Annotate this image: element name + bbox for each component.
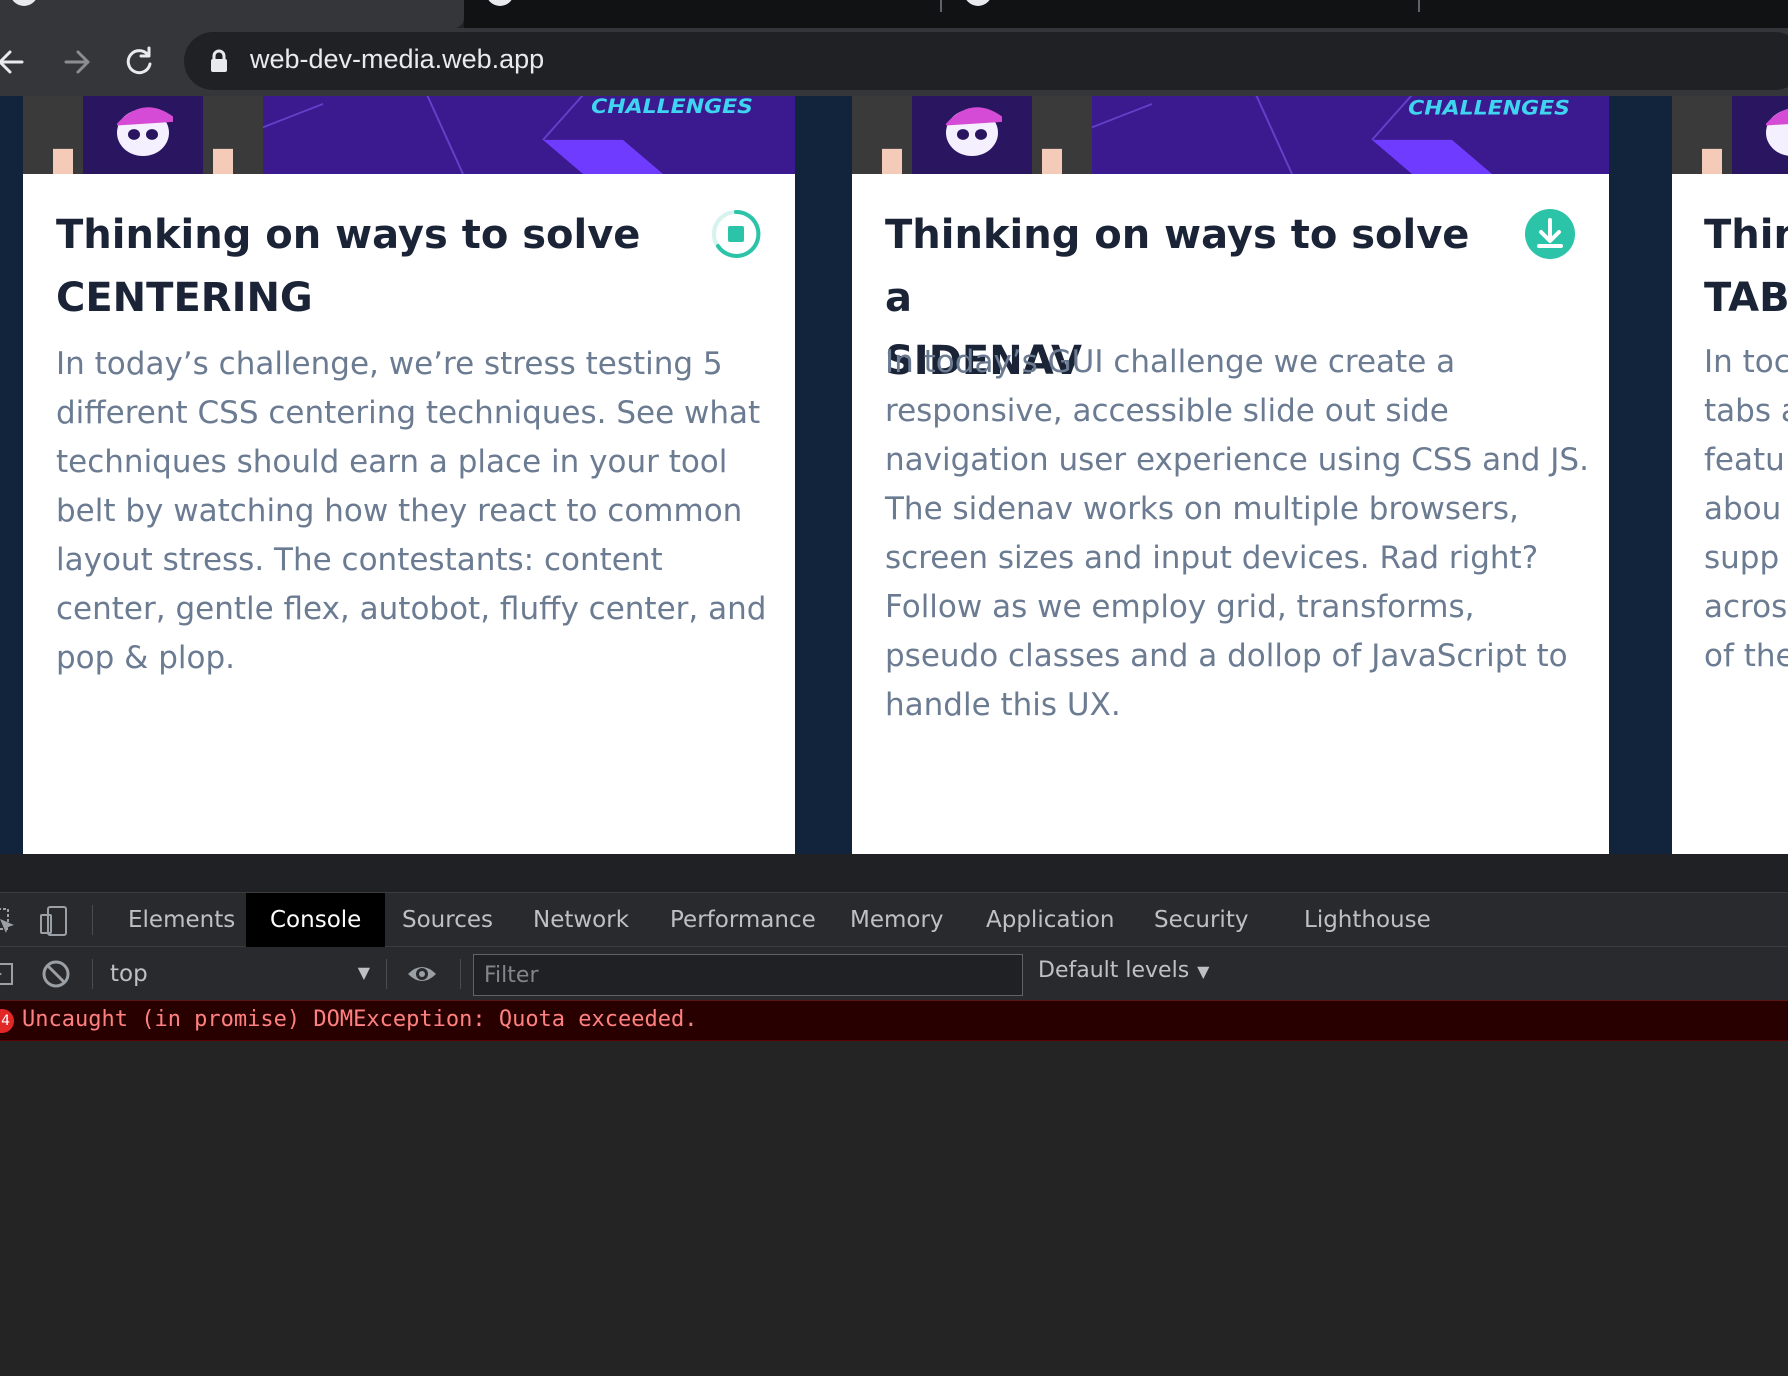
video-card-centering[interactable]: CHALLENGES Thinking on ways to solve CEN… — [23, 96, 795, 854]
inspect-element-button[interactable] — [0, 905, 18, 937]
arrow-right-icon — [64, 50, 90, 74]
card-description: In today’s challenge, we’re stress testi… — [56, 346, 767, 676]
browser-toolbar: web-dev-media.web.app — [0, 28, 1788, 96]
context-selector[interactable]: top ▼ — [110, 957, 380, 993]
tab-lighthouse[interactable]: Lighthouse — [1280, 893, 1455, 947]
dropdown-arrow-icon: ▼ — [1197, 962, 1210, 981]
show-sidebar-button[interactable] — [0, 958, 18, 990]
card-thumbnail — [1672, 96, 1788, 174]
card-title-line: Thinking on ways to solve a — [885, 212, 1470, 321]
error-count-badge: 4 — [0, 1009, 14, 1033]
clear-console-button[interactable] — [40, 958, 72, 990]
forward-button[interactable] — [56, 42, 96, 82]
stop-download-button[interactable] — [710, 208, 762, 260]
device-toolbar-button[interactable] — [38, 905, 70, 937]
tab-favicon-icon — [964, 0, 992, 6]
tab-performance[interactable]: Performance — [646, 893, 840, 947]
card-description-line: featu — [1704, 442, 1785, 478]
eye-icon — [408, 967, 436, 981]
download-button[interactable] — [1524, 208, 1576, 260]
card-description-line: supp — [1704, 540, 1780, 576]
reload-button[interactable] — [119, 42, 159, 82]
log-levels-label: Default levels — [1038, 958, 1190, 983]
tab-sources[interactable]: Sources — [378, 893, 517, 947]
card-thumbnail: CHALLENGES — [23, 96, 795, 174]
tab-separator — [1418, 0, 1420, 12]
context-label: top — [110, 961, 148, 987]
card-title[interactable]: Thin TAB — [1704, 204, 1788, 330]
stop-download-icon — [712, 209, 761, 258]
dropdown-arrow-icon: ▼ — [357, 963, 370, 982]
toolbar-divider — [92, 905, 93, 935]
devtools-panel: Elements Console Sources Network Perform… — [0, 892, 1788, 1376]
card-description: In toc tabs a featu abou supp acros of t… — [1704, 338, 1788, 681]
clear-console-icon — [42, 960, 70, 988]
tab-favicon-icon — [486, 0, 514, 6]
screen: { "browser": { "url": "web-dev-media.web… — [0, 0, 1788, 1376]
card-title-line: Thin — [1704, 212, 1788, 258]
sidebar-toggle-icon — [0, 963, 13, 985]
page-viewport: CHALLENGES Thinking on ways to solve CEN… — [0, 96, 1788, 854]
lock-icon — [211, 49, 227, 72]
card-body: Thinking on ways to solve CENTERING In t… — [23, 174, 795, 854]
card-description: In today’s GUI challenge we create a res… — [885, 344, 1589, 723]
arrow-left-icon — [0, 50, 24, 74]
live-expression-button[interactable] — [406, 958, 438, 990]
card-title-line: TAB — [1704, 275, 1788, 321]
browser-tab-active[interactable] — [0, 0, 464, 28]
browser-tab-strip — [0, 0, 1788, 28]
reload-icon — [126, 46, 152, 75]
browser-tab-inactive-area[interactable] — [464, 0, 1788, 28]
card-description-line: of the — [1704, 638, 1788, 674]
address-bar[interactable]: web-dev-media.web.app — [184, 32, 1788, 90]
back-button[interactable] — [0, 42, 32, 82]
tab-network[interactable]: Network — [509, 893, 653, 947]
card-description-line: abou — [1704, 491, 1782, 527]
tab-security[interactable]: Security — [1130, 893, 1272, 947]
download-icon — [1525, 209, 1575, 259]
card-body: Thin TAB In toc tabs a featu abou supp a… — [1672, 174, 1788, 854]
tab-elements[interactable]: Elements — [104, 893, 259, 947]
video-card-sidenav[interactable]: CHALLENGES Thinking on ways to solve a S… — [852, 96, 1609, 854]
svg-text:CHALLENGES: CHALLENGES — [1408, 97, 1570, 120]
tab-favicon-icon — [10, 0, 38, 6]
card-description-line: tabs a — [1704, 393, 1788, 429]
toolbar-divider — [460, 959, 461, 989]
card-thumbnail: CHALLENGES — [852, 96, 1609, 174]
toolbar-divider — [92, 959, 93, 989]
tab-console[interactable]: Console — [246, 893, 386, 947]
card-title-line: Thinking on ways to solve — [56, 212, 641, 258]
card-description-line: acros — [1704, 589, 1788, 625]
card-title-line: CENTERING — [56, 275, 313, 321]
card-description-line: In toc — [1704, 344, 1788, 380]
log-levels-dropdown[interactable]: Default levels ▼ — [1038, 958, 1209, 983]
devtools-tab-bar: Elements Console Sources Network Perform… — [0, 893, 1788, 947]
video-card-tabs[interactable]: Thin TAB In toc tabs a featu abou supp a… — [1672, 96, 1788, 854]
tab-separator — [940, 0, 942, 12]
console-toolbar: top ▼ Default levels ▼ — [0, 947, 1788, 1001]
error-text[interactable]: Uncaught (in promise) DOMException: Quot… — [22, 1007, 698, 1032]
inspect-icon — [0, 908, 14, 933]
url-text[interactable]: web-dev-media.web.app — [250, 44, 544, 75]
console-error-message[interactable]: 4 Uncaught (in promise) DOMException: Qu… — [0, 1001, 1788, 1041]
card-title[interactable]: Thinking on ways to solve CENTERING — [56, 204, 696, 330]
tab-application[interactable]: Application — [962, 893, 1139, 947]
toolbar-divider — [386, 959, 387, 989]
svg-text:CHALLENGES: CHALLENGES — [591, 96, 753, 118]
device-toggle-icon — [40, 906, 67, 936]
tab-memory[interactable]: Memory — [826, 893, 968, 947]
card-body: Thinking on ways to solve a SIDENAV In t… — [852, 174, 1609, 854]
console-filter-input[interactable] — [473, 954, 1023, 996]
